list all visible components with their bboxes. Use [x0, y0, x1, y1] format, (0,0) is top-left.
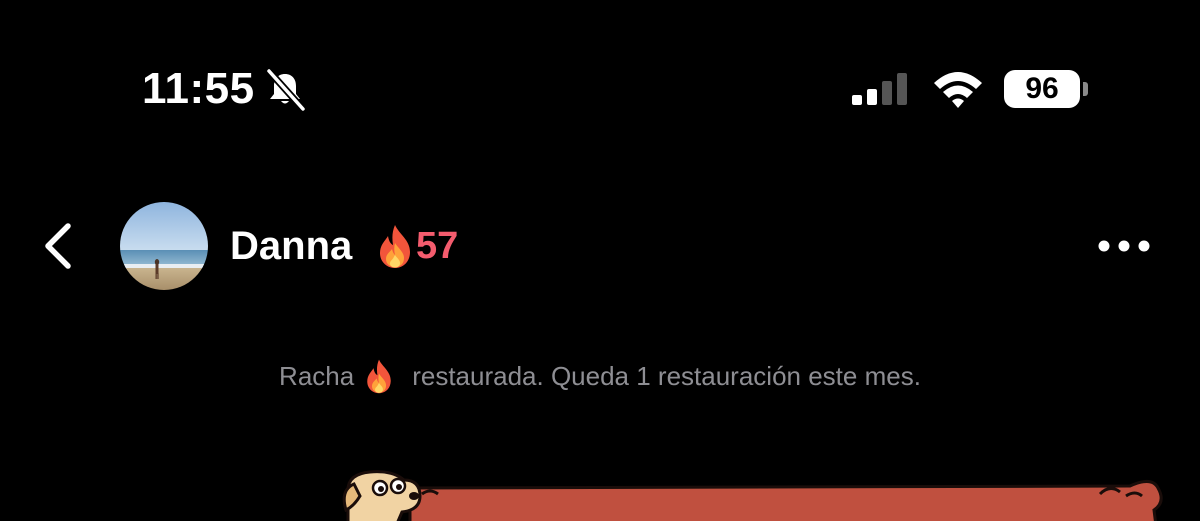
- battery-level: 96: [1004, 70, 1080, 108]
- streak-badge: 57: [376, 222, 458, 270]
- streak-restored-message: Racha restaurada. Queda 1 restauración e…: [0, 354, 1200, 398]
- fire-icon: [380, 225, 410, 268]
- battery-cap: [1083, 82, 1088, 96]
- streak-count: 57: [416, 225, 459, 267]
- dog-sticker-icon[interactable]: [340, 466, 1170, 521]
- contact-name[interactable]: Danna: [230, 222, 352, 270]
- more-options-button[interactable]: [1094, 226, 1154, 266]
- status-time-group: 11:55: [142, 64, 307, 114]
- back-button[interactable]: [38, 220, 82, 272]
- system-message-suffix: restaurada. Queda 1 restauración este me…: [412, 361, 921, 391]
- wifi-icon: [934, 72, 982, 108]
- cellular-signal-icon: [852, 73, 907, 105]
- chat-screen: 11:55 96 Danna 57 Racha restaurada. Qued…: [0, 0, 1200, 521]
- system-message-prefix: Racha: [279, 361, 355, 391]
- fire-icon: [367, 359, 391, 394]
- chat-header: Danna 57: [0, 200, 1200, 292]
- status-bar: 11:55 96: [0, 60, 1200, 120]
- avatar[interactable]: [120, 202, 208, 290]
- bell-slash-icon: [266, 68, 306, 111]
- avatar-image: [120, 202, 208, 290]
- status-time: 11:55: [142, 64, 255, 113]
- battery-indicator: 96: [1004, 70, 1088, 108]
- status-indicators: 96: [850, 64, 1088, 114]
